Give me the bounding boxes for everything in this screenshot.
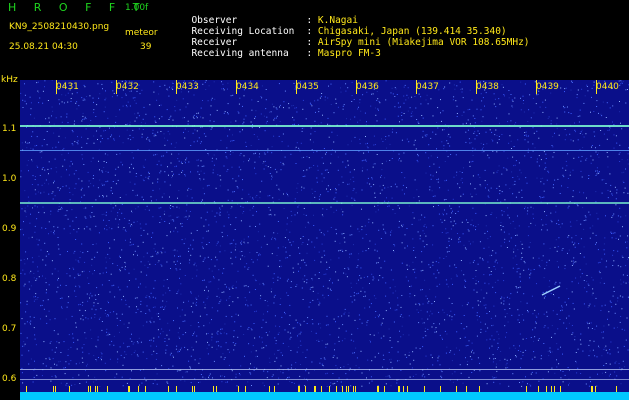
bottom-spike	[55, 386, 56, 392]
bottom-spike	[145, 386, 146, 392]
bottom-spike	[398, 386, 399, 392]
bottom-spike	[168, 386, 169, 392]
meta-value: Maspro FM-3	[317, 48, 381, 59]
bottom-spike	[595, 386, 596, 392]
bottom-spike	[407, 386, 408, 392]
x-tick: 0438	[476, 82, 499, 92]
x-tick: 0434	[236, 82, 259, 92]
bottom-spike	[403, 386, 404, 392]
bottom-spike	[592, 386, 593, 392]
bottom-spike	[97, 386, 98, 392]
bottom-spike	[107, 386, 108, 392]
spectrogram	[20, 80, 629, 400]
meta-key: Receiving antenna	[191, 48, 289, 59]
y-axis-unit: kHz	[1, 75, 18, 85]
carrier-line	[20, 150, 629, 151]
x-tick: 0437	[416, 82, 439, 92]
y-tick: 1.1	[2, 124, 17, 134]
bottom-spike	[298, 386, 299, 392]
bottom-spike	[456, 386, 457, 392]
bottom-spike	[269, 386, 270, 392]
x-tick: 0435	[296, 82, 319, 92]
bottom-band	[20, 392, 629, 400]
bottom-spike	[479, 386, 480, 392]
bottom-spike	[336, 386, 337, 392]
bottom-spike	[314, 386, 315, 392]
meteor-label: meteor	[125, 28, 158, 38]
bottom-spike	[213, 386, 214, 392]
bottom-spike	[299, 386, 300, 392]
bottom-spike	[440, 386, 441, 392]
bottom-spike	[353, 386, 354, 392]
bottom-spike	[238, 386, 239, 392]
bottom-spike	[69, 386, 70, 392]
bottom-spike	[274, 386, 275, 392]
bottom-spike	[321, 386, 322, 392]
bottom-spike	[378, 386, 379, 392]
meteor-count: 39	[140, 42, 152, 52]
y-tick: 1.0	[2, 174, 17, 184]
bottom-spike	[342, 386, 343, 392]
bottom-spike	[315, 386, 316, 392]
reference-line	[20, 369, 629, 370]
x-tick: 0436	[356, 82, 379, 92]
bottom-spike	[192, 386, 193, 392]
y-tick: 0.7	[2, 324, 17, 334]
bottom-spike	[305, 386, 306, 392]
timestamp-label: 25.08.21 04:30	[9, 42, 78, 52]
bottom-spike	[348, 386, 349, 392]
bottom-spike	[554, 386, 555, 392]
bottom-spike	[538, 386, 539, 392]
bottom-spike	[245, 386, 246, 392]
bottom-spike	[329, 386, 330, 392]
bottom-spike	[346, 386, 347, 392]
bottom-spike	[551, 386, 552, 392]
bottom-spike	[591, 386, 592, 392]
bottom-spike	[466, 386, 467, 392]
bottom-spike	[616, 386, 617, 392]
spectrogram-background	[20, 80, 629, 400]
bottom-spike	[26, 386, 27, 392]
meta-row-antenna: Receiving antenna: Maspro FM-3	[191, 48, 381, 59]
bottom-spike	[384, 386, 385, 392]
reference-line	[20, 379, 629, 380]
bottom-spike	[129, 386, 130, 392]
bottom-spike	[399, 386, 400, 392]
bottom-spike	[424, 386, 425, 392]
bottom-spike	[546, 386, 547, 392]
bottom-spike	[216, 386, 217, 392]
bottom-spike	[138, 386, 139, 392]
bottom-spike	[88, 386, 89, 392]
bottom-spike	[194, 386, 195, 392]
bottom-spike	[128, 386, 129, 392]
x-tick: 0440	[596, 82, 619, 92]
y-tick: 0.9	[2, 224, 17, 234]
carrier-line	[20, 125, 629, 127]
carrier-line	[20, 202, 629, 204]
filename-label: KN9_2508210430.png	[9, 22, 110, 32]
bottom-spike	[95, 386, 96, 392]
bottom-spike	[53, 386, 54, 392]
x-tick: 0439	[536, 82, 559, 92]
bottom-spike	[377, 386, 378, 392]
x-tick: 0431	[56, 82, 79, 92]
bottom-spike	[90, 386, 91, 392]
bottom-spike	[355, 386, 356, 392]
x-tick: 0432	[116, 82, 139, 92]
y-tick: 0.8	[2, 274, 17, 284]
bottom-spike	[176, 386, 177, 392]
version-label: 1.00f	[125, 3, 149, 13]
y-tick: 0.6	[2, 374, 17, 384]
bottom-spike	[560, 386, 561, 392]
bottom-spike	[526, 386, 527, 392]
spectrogram-canvas	[20, 80, 629, 400]
x-tick: 0433	[176, 82, 199, 92]
